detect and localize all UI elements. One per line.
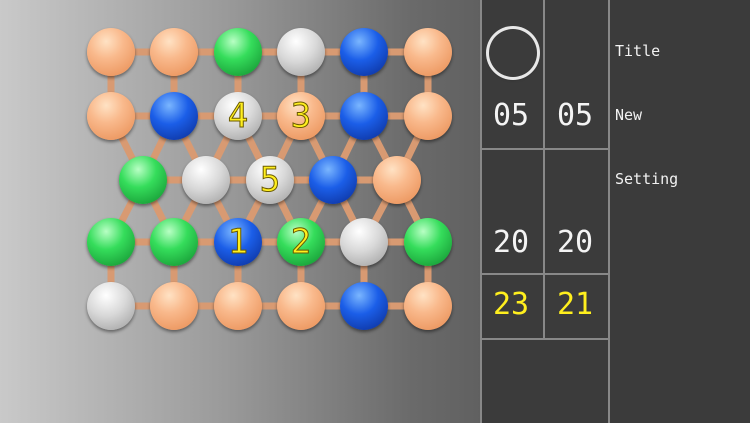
board-ball[interactable] bbox=[277, 28, 325, 76]
board-ball[interactable] bbox=[119, 156, 167, 204]
board-ball[interactable] bbox=[340, 28, 388, 76]
board-ball[interactable]: 4 bbox=[214, 92, 262, 140]
board-ball[interactable] bbox=[87, 282, 135, 330]
title-menu-item[interactable]: Title bbox=[615, 42, 660, 60]
ball-number: 5 bbox=[259, 160, 281, 200]
board-ball[interactable] bbox=[340, 282, 388, 330]
board-ball[interactable] bbox=[182, 156, 230, 204]
side-menu bbox=[608, 0, 750, 423]
player2-secondary-count: 20 bbox=[556, 225, 594, 260]
setting-menu-item[interactable]: Setting bbox=[615, 170, 678, 188]
player2-secondary-ball[interactable] bbox=[552, 156, 600, 204]
ball-number: 2 bbox=[290, 222, 312, 262]
board-ball[interactable] bbox=[87, 28, 135, 76]
board-ball[interactable] bbox=[150, 282, 198, 330]
board-ball[interactable] bbox=[87, 218, 135, 266]
board-ball[interactable] bbox=[277, 282, 325, 330]
board-ball[interactable] bbox=[373, 156, 421, 204]
ball-number: 4 bbox=[227, 96, 249, 136]
board-ball[interactable] bbox=[214, 282, 262, 330]
board-ball[interactable] bbox=[150, 28, 198, 76]
panel-divider bbox=[480, 273, 608, 275]
player2-count: 05 bbox=[556, 98, 594, 133]
player1-count: 05 bbox=[492, 98, 530, 133]
player1-secondary-ball[interactable] bbox=[489, 156, 537, 204]
player2-color-ball[interactable] bbox=[552, 29, 600, 77]
board-ball[interactable] bbox=[214, 28, 262, 76]
player1-score: 23 bbox=[492, 287, 530, 322]
board-ball[interactable]: 3 bbox=[277, 92, 325, 140]
panel-divider bbox=[480, 338, 608, 340]
player2-score: 21 bbox=[556, 287, 594, 322]
board-ball[interactable] bbox=[404, 28, 452, 76]
board-ball[interactable] bbox=[150, 92, 198, 140]
board-ball[interactable] bbox=[404, 282, 452, 330]
board-ball[interactable] bbox=[309, 156, 357, 204]
board-ball[interactable] bbox=[340, 218, 388, 266]
board-ball[interactable]: 1 bbox=[214, 218, 262, 266]
board-ball[interactable] bbox=[150, 218, 198, 266]
player1-color-ball[interactable] bbox=[489, 29, 537, 77]
board-ball[interactable] bbox=[87, 92, 135, 140]
ball-number: 3 bbox=[290, 96, 312, 136]
board-ball[interactable] bbox=[404, 92, 452, 140]
new-game-menu-item[interactable]: New bbox=[615, 106, 642, 124]
player1-secondary-count: 20 bbox=[492, 225, 530, 260]
board-ball[interactable]: 5 bbox=[246, 156, 294, 204]
board-ball[interactable] bbox=[404, 218, 452, 266]
game-board[interactable]: 4 351 2 bbox=[0, 0, 480, 423]
panel-divider bbox=[480, 148, 608, 150]
board-ball[interactable]: 2 bbox=[277, 218, 325, 266]
ball-number: 1 bbox=[227, 222, 249, 262]
board-ball[interactable] bbox=[340, 92, 388, 140]
